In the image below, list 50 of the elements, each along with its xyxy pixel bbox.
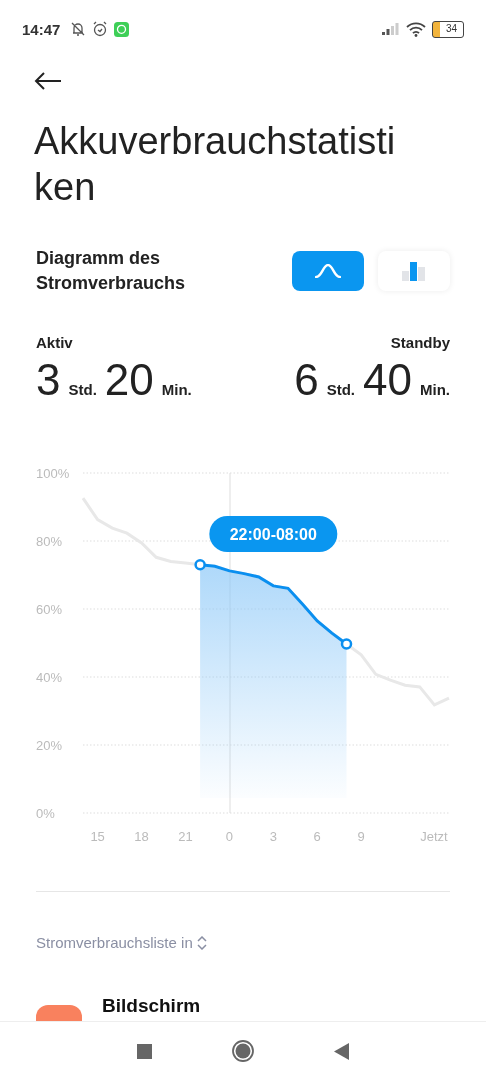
x-axis-label: 3 [269, 829, 277, 844]
page-title: Akkuverbrauchstatisti ken [34, 119, 397, 210]
stat-label: Aktiv [36, 334, 73, 351]
up-down-chevron-icon [196, 935, 207, 950]
y-axis-label: 20% [36, 738, 63, 753]
x-axis-label: 18 [134, 829, 149, 844]
chat-app-icon [114, 21, 130, 37]
triangle-icon [334, 1042, 349, 1060]
back-nav-button[interactable] [334, 1042, 349, 1060]
section-title: Diagramm des Stromverbrauchs [36, 247, 187, 295]
stat-label: Standby [390, 334, 450, 351]
bell-off-icon [70, 21, 87, 37]
list-sort-dropdown[interactable]: Stromverbrauchsliste in [32, 930, 211, 955]
battery-level: 34 [432, 20, 464, 38]
hours-value: 6 [294, 355, 319, 405]
circle-icon [232, 1040, 254, 1062]
y-axis-label: 100% [36, 466, 70, 481]
minutes-unit: Min. [420, 381, 450, 398]
x-axis-label: 21 [178, 829, 193, 844]
y-axis-label: 40% [36, 670, 63, 685]
y-axis-label: 80% [36, 534, 63, 549]
clock: 14:47 [22, 20, 61, 38]
hours-unit: Std. [68, 381, 97, 398]
x-axis-label: Jetzt [420, 829, 448, 844]
selection-handle[interactable] [194, 559, 206, 571]
hours-unit: Std. [326, 381, 356, 398]
home-button[interactable] [232, 1040, 254, 1062]
chart-type-toggle[interactable] [292, 251, 364, 291]
curve-icon [315, 264, 341, 278]
x-axis-label: 6 [313, 829, 321, 844]
x-axis-label: 15 [90, 829, 105, 844]
list-item-title: Bildschirm [102, 995, 202, 1017]
minutes-value: 40 [363, 355, 412, 405]
recents-button[interactable] [137, 1043, 152, 1059]
x-axis-label: 9 [357, 829, 365, 844]
bar-chart-icon [401, 261, 427, 281]
y-axis-label: 60% [36, 602, 63, 617]
chart-type-toggle[interactable] [378, 251, 450, 291]
square-icon [137, 1043, 152, 1059]
hours-value: 3 [36, 355, 61, 405]
signal-icon [382, 23, 400, 35]
minutes-unit: Min. [161, 381, 192, 398]
y-axis-label: 0% [36, 806, 55, 821]
minutes-value: 20 [104, 355, 154, 405]
back-arrow-icon [34, 72, 62, 90]
alarm-icon [92, 21, 109, 37]
selection-handle[interactable] [340, 638, 353, 650]
x-axis-label: 0 [225, 829, 233, 844]
selection-tooltip: 22:00-08:00 [209, 516, 338, 552]
wifi-icon [406, 21, 426, 37]
